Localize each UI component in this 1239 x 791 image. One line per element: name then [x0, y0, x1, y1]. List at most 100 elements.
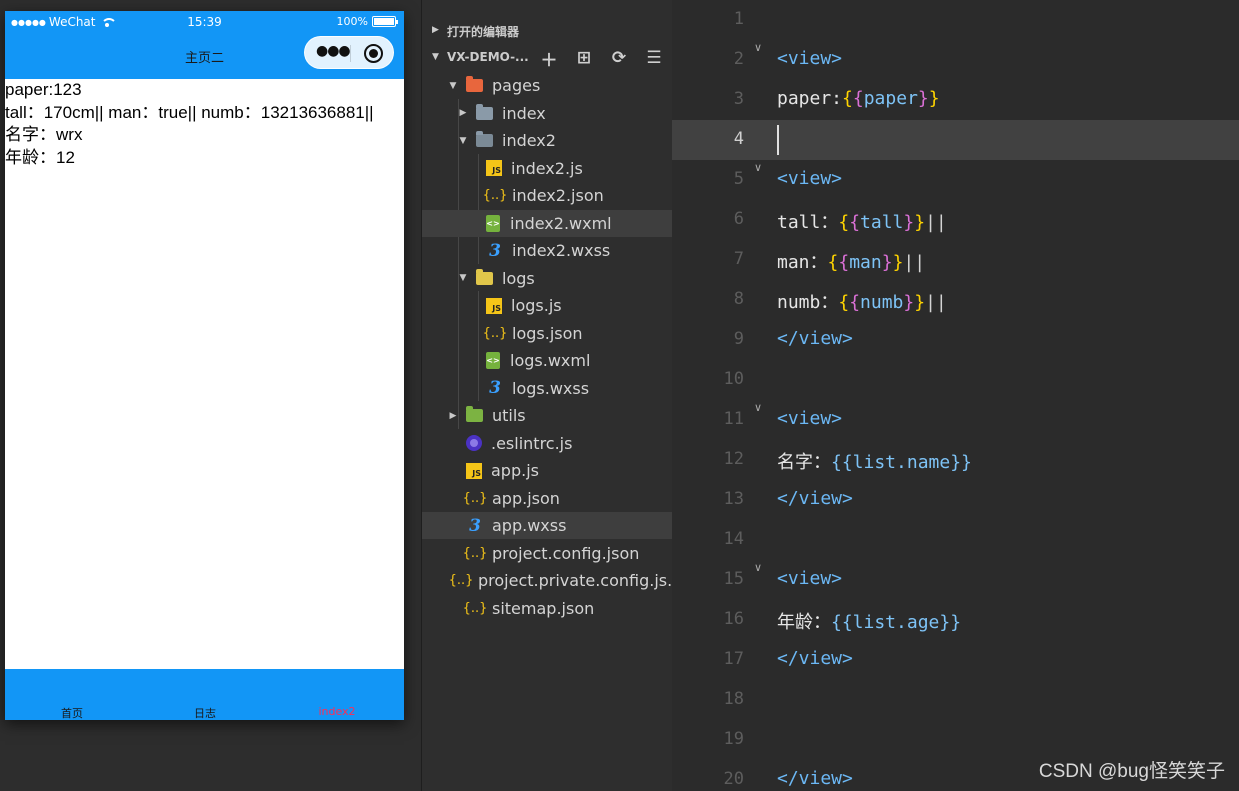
- code-token: 年龄：: [777, 612, 831, 633]
- code-line[interactable]: 8 numb：{{numb}}||: [672, 280, 1239, 320]
- tree-item-project-private-config-js[interactable]: {..} project.private.config.js...: [422, 567, 683, 594]
- tree-item-index2-js[interactable]: JS index2.js: [422, 155, 673, 182]
- code-line[interactable]: 13 </view>: [672, 480, 1239, 520]
- tree-item-label: index2.wxss: [512, 241, 611, 260]
- refresh-icon[interactable]: ⟳: [606, 47, 632, 69]
- code-line[interactable]: 16 年龄：{{list.age}}: [672, 600, 1239, 640]
- tree-item-logs-wxml[interactable]: <> logs.wxml: [422, 347, 673, 374]
- tree-item-index2-json[interactable]: {..} index2.json: [422, 182, 673, 209]
- wxml-file-icon: <>: [486, 214, 500, 232]
- code-line[interactable]: 19: [672, 720, 1239, 760]
- js-file-icon: JS: [486, 297, 502, 314]
- line-number: 9: [733, 329, 744, 349]
- code-line[interactable]: 1: [672, 0, 1239, 40]
- tree-item-label: .eslintrc.js: [491, 433, 573, 453]
- code-text: </view>: [777, 768, 853, 789]
- collapse-all-icon[interactable]: ☰: [641, 47, 667, 69]
- fold-chevron-icon[interactable]: ∨: [754, 401, 762, 414]
- code-text: 名字：{{list.name}}: [777, 448, 972, 474]
- code-text: tall：{{tall}}||: [777, 208, 947, 234]
- code-line[interactable]: 4: [672, 120, 1239, 160]
- tree-item-index2-wxss[interactable]: 3 index2.wxss: [422, 237, 673, 264]
- code-line[interactable]: 7 man：{{man}}||: [672, 240, 1239, 280]
- code-token: }: [928, 88, 940, 109]
- tree-item-logs[interactable]: ▼ logs: [422, 265, 673, 292]
- code-line[interactable]: 9 </view>: [672, 320, 1239, 360]
- tab-index2[interactable]: index2: [307, 705, 367, 718]
- tree-item-logs-js[interactable]: JS logs.js: [422, 292, 673, 319]
- code-token: {{list.name}}: [831, 452, 972, 473]
- tree-item-index[interactable]: ▶ index: [422, 100, 673, 127]
- code-line[interactable]: 11 ∨ <view>: [672, 400, 1239, 440]
- menu-capsule[interactable]: ●●●: [304, 36, 394, 69]
- code-text: 年龄：{{list.age}}: [777, 608, 961, 634]
- more-dots-icon[interactable]: ●●●: [316, 43, 351, 59]
- file-explorer: ▶ 打开的编辑器 ▼ VX-DEMO-... ＋ ⊞ ⟳ ☰ ▼ pages ▶ in…: [421, 0, 683, 791]
- line-number: 5: [733, 169, 744, 189]
- battery-icon: [372, 16, 398, 27]
- tree-item-pages[interactable]: ▼ pages: [422, 72, 673, 99]
- code-line[interactable]: 15 ∨ <view>: [672, 560, 1239, 600]
- code-token: </view>: [777, 768, 853, 789]
- tab-home[interactable]: 首页: [42, 705, 102, 720]
- code-line[interactable]: 12 名字：{{list.name}}: [672, 440, 1239, 480]
- line-number: 3: [733, 89, 744, 109]
- chevron-right-icon[interactable]: ▶: [446, 411, 460, 421]
- tree-item-eslintrc-js[interactable]: .eslintrc.js: [422, 430, 673, 457]
- chevron-right-icon[interactable]: ▶: [456, 108, 470, 118]
- project-header[interactable]: ▼ VX-DEMO-... ＋ ⊞ ⟳ ☰: [422, 44, 673, 71]
- tree-item-app-json[interactable]: {..} app.json: [422, 485, 673, 512]
- wxml-file-icon: <>: [486, 352, 500, 369]
- fold-chevron-icon[interactable]: ∨: [754, 161, 762, 174]
- code-text: man：{{man}}||: [777, 248, 925, 274]
- text-cursor: [777, 125, 779, 155]
- tree-item-utils[interactable]: ▶ utils: [422, 402, 673, 429]
- code-line[interactable]: 2 ∨ <view>: [672, 40, 1239, 80]
- chevron-down-icon[interactable]: ▼: [456, 273, 470, 283]
- fold-chevron-icon[interactable]: ∨: [754, 561, 762, 574]
- code-token: }: [914, 292, 926, 313]
- code-line[interactable]: 14: [672, 520, 1239, 560]
- code-token: <view>: [777, 168, 843, 189]
- js-file-icon: JS: [466, 462, 482, 479]
- tab-logs[interactable]: 日志: [175, 705, 235, 720]
- tree-item-label: index2.json: [512, 186, 604, 205]
- code-line[interactable]: 18: [672, 680, 1239, 720]
- chevron-down-icon[interactable]: ▼: [446, 81, 460, 91]
- code-line[interactable]: 5 ∨ <view>: [672, 160, 1239, 200]
- line-number: 4: [733, 129, 744, 149]
- open-editors-header[interactable]: ▶ 打开的编辑器: [422, 17, 673, 44]
- code-token: {: [838, 212, 850, 233]
- tree-item-logs-wxss[interactable]: 3 logs.wxss: [422, 375, 673, 402]
- line-number: 14: [723, 529, 744, 549]
- tree-item-app-wxss[interactable]: 3 app.wxss: [422, 512, 673, 539]
- code-line[interactable]: 6 tall：{{tall}}||: [672, 200, 1239, 240]
- tree-item-label: pages: [492, 76, 541, 95]
- code-line[interactable]: 17 </view>: [672, 640, 1239, 680]
- tree-item-label: app.js: [491, 461, 539, 480]
- chevron-down-icon[interactable]: ▼: [456, 136, 470, 146]
- json-file-icon: {..}: [448, 573, 474, 588]
- tree-item-logs-json[interactable]: {..} logs.json: [422, 320, 673, 347]
- code-text: </view>: [777, 648, 853, 669]
- battery-percent: 100%: [336, 15, 368, 28]
- content-line-paper: paper:123: [5, 80, 82, 99]
- close-target-icon[interactable]: [364, 44, 383, 63]
- tree-item-project-config-json[interactable]: {..} project.config.json: [422, 540, 673, 567]
- code-line[interactable]: 10: [672, 360, 1239, 400]
- new-folder-icon[interactable]: ⊞: [571, 47, 597, 69]
- code-editor[interactable]: 1 2 ∨ <view> 3 paper:{{paper}} 4 5 ∨ <view> 6 tall：…: [672, 0, 1239, 791]
- code-token: }: [892, 252, 904, 273]
- code-token: numb: [860, 292, 904, 313]
- code-token: </view>: [777, 488, 853, 509]
- tree-item-app-js[interactable]: JS app.js: [422, 457, 673, 484]
- tree-item-index2-wxml[interactable]: <> index2.wxml: [422, 209, 673, 237]
- new-file-icon[interactable]: ＋: [536, 47, 562, 71]
- code-token: 名字：: [777, 452, 831, 473]
- code-line[interactable]: 3 paper:{{paper}}: [672, 80, 1239, 120]
- fold-chevron-icon[interactable]: ∨: [754, 41, 762, 54]
- tree-item-index2[interactable]: ▼ index2: [422, 127, 673, 154]
- tree-item-sitemap-json[interactable]: {..} sitemap.json: [422, 595, 673, 622]
- css-file-icon: 3: [489, 378, 501, 398]
- csdn-watermark: CSDN @bug怪笑笑子: [1038, 761, 1225, 782]
